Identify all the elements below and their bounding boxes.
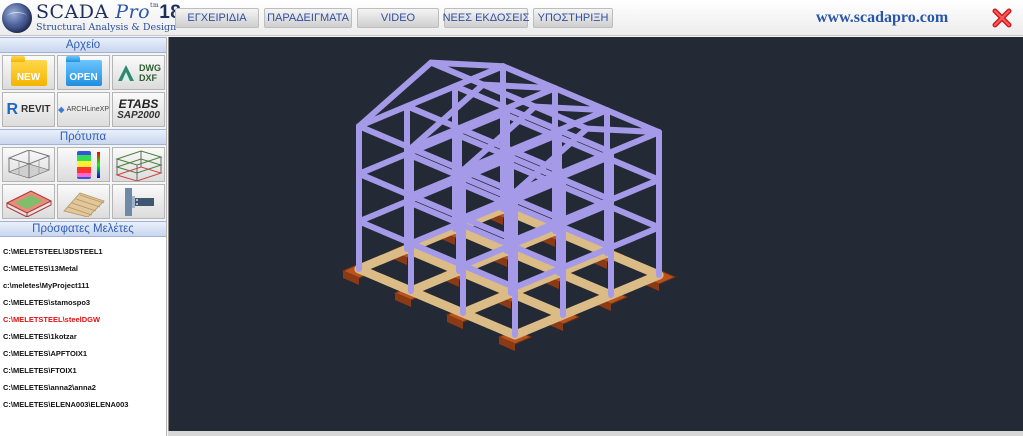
dxf-label: DXF [139,72,157,83]
import-dwg-dxf-button[interactable]: DWG DXF [112,55,165,90]
etabs-label: ETABS [118,96,159,111]
file-section-header: Αρχείο [0,37,166,53]
manuals-button[interactable]: ΕΓΧΕΙΡΙΔΙΑ [175,8,259,28]
template-timber-roof[interactable] [57,184,110,219]
rafter [584,125,662,136]
template-steel-connection[interactable] [112,184,165,219]
viewport-scrollbar[interactable] [168,431,1023,436]
recent-project-item[interactable]: C:\MELETES\FTOIX1 [3,362,166,379]
recent-project-item[interactable]: C:\MELETES\anna2\anna2 [3,379,166,396]
recent-project-item[interactable]: C:\MELETES\stamospo3 [3,294,166,311]
rafter [356,59,434,130]
top-nav: ΕΓΧΕΙΡΙΔΙΑ ΠΑΡΑΔΕΙΓΜΑΤΑ VIDEO ΝΕΕΣ ΕΚΔΟΣ… [175,8,618,28]
logo-product-name: SCADA [36,1,109,24]
examples-button[interactable]: ΠΑΡΑΔΕΙΓΜΑΤΑ [264,8,352,28]
sap2000-label: SAP2000 [117,109,160,121]
recent-section-header: Πρόσφατες Μελέτες [0,221,166,237]
archline-label: ARCHLineXP [66,106,109,113]
templates-section-header: Πρότυπα [0,129,166,145]
new-folder-icon: NEW [10,56,47,86]
multistory-frame-icon [114,149,163,181]
recent-project-item[interactable]: c:\meletes\MyProject111 [3,277,166,294]
autocad-icon [118,64,134,81]
new-project-button[interactable]: NEW [2,55,55,90]
logo-trademark: tm [150,2,160,10]
revit-icon: R [6,100,19,118]
open-label: OPEN [69,71,98,83]
recent-project-item[interactable]: C:\MELETES\ELENA003\ELENA003 [3,396,166,413]
slab-foundation-icon [5,189,52,217]
logo-text: SCADA Protm18 Structural Analysis & Desi… [36,3,181,33]
logo-subtitle: Structural Analysis & Design [36,22,177,34]
template-slab-foundation[interactable] [2,184,55,219]
stress-contour-icon [76,150,100,179]
new-versions-button[interactable]: ΝΕΕΣ ΕΚΔΟΣΕΙΣ [443,8,529,28]
dwg-label: DWG [139,62,161,73]
open-project-button[interactable]: OPEN [57,55,110,90]
archline-icon [58,106,65,113]
import-revit-button[interactable]: R REVIT [2,92,55,127]
3d-viewport[interactable] [168,37,1023,431]
logo-pro: Pro [115,1,151,24]
scada-pro-window: SCADA Protm18 Structural Analysis & Desi… [0,0,1023,436]
recent-projects-list: C:\MELETSTEEL\3DSTEEL1 C:\MELETES\13Meta… [0,237,166,413]
left-panel: Αρχείο NEW OPEN DWG DXF R REVIT ARCHLine… [0,37,167,436]
recent-project-item[interactable]: C:\MELETES\1kotzar [3,328,166,345]
recent-project-item[interactable]: C:\MELETSTEEL\3DSTEEL1 [3,243,166,260]
template-steel-frame[interactable] [2,147,55,182]
dwg-dxf-label: DWG DXF [139,63,161,83]
revit-label: REVIT [21,104,51,115]
import-archline-button[interactable]: ARCHLineXP [57,92,110,127]
recent-project-item-selected[interactable]: C:\MELETSTEEL\steelDGW [3,311,166,328]
video-button[interactable]: VIDEO [357,8,439,28]
timber-roof-icon [62,192,105,217]
steel-connection-icon [124,187,154,216]
top-toolbar: SCADA Protm18 Structural Analysis & Desi… [0,0,1023,36]
template-multistory-frame[interactable] [112,147,165,182]
support-button[interactable]: ΥΠΟΣΤΗΡΙΞΗ [533,8,613,28]
structural-model [341,59,677,351]
open-folder-icon: OPEN [65,56,102,86]
steel-frame-icon [6,149,51,178]
template-stress-contour[interactable] [57,147,110,182]
close-icon[interactable] [991,7,1013,29]
new-label: NEW [16,71,41,83]
app-logo: SCADA Protm18 Structural Analysis & Desi… [2,2,181,34]
template-tiles [0,145,166,221]
logo-title: SCADA Protm18 [36,1,181,24]
file-tiles: NEW OPEN DWG DXF R REVIT ARCHLineXP ETAB… [0,53,166,129]
import-etabs-sap-button[interactable]: ETABS SAP2000 [112,92,165,127]
recent-project-item[interactable]: C:\MELETES\13Metal [3,260,166,277]
recent-project-item[interactable]: C:\MELETES\APFTOIX1 [3,345,166,362]
website-link[interactable]: www.scadapro.com [816,9,948,27]
globe-logo-icon [2,3,32,33]
